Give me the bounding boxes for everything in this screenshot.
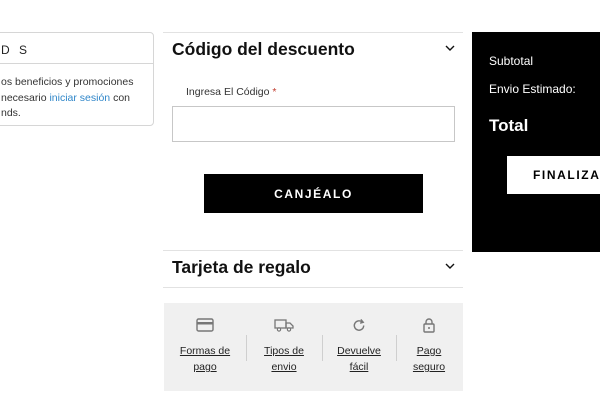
code-label-text: Ingresa El Código	[186, 86, 270, 98]
login-link[interactable]: iniciar sesión	[49, 92, 110, 104]
benefits-card-divider	[0, 63, 153, 64]
truck-icon	[274, 319, 294, 332]
order-summary: Subtotal Envio Estimado: Total FINALIZA	[472, 32, 600, 252]
required-mark: *	[272, 86, 277, 98]
discount-title: Código del descuento	[172, 39, 355, 59]
benefits-card-text: os beneficios y promociones necesario in…	[1, 75, 151, 122]
subtotal-label: Subtotal	[489, 54, 534, 68]
chevron-down-icon[interactable]	[445, 261, 455, 271]
refresh-icon	[353, 318, 365, 331]
trust-label-returns[interactable]: Devuelve fácil	[324, 343, 394, 375]
shipping-label: Envio Estimado:	[489, 82, 576, 96]
discount-code-input[interactable]	[172, 106, 455, 142]
trust-divider	[246, 335, 247, 361]
total-label: Total	[489, 116, 529, 135]
code-field-label: Ingresa El Código *	[186, 86, 276, 98]
redeem-button[interactable]: CANJÉALO	[204, 174, 423, 213]
trust-label-secure[interactable]: Pago seguro	[394, 343, 464, 375]
chevron-down-icon[interactable]	[445, 43, 455, 53]
trust-divider	[322, 335, 323, 361]
discount-section: Código del descuento	[163, 32, 463, 67]
checkout-button[interactable]: FINALIZA	[507, 156, 600, 194]
trust-bar: Formas de pago Tipos de envio Devuelve f…	[164, 303, 463, 391]
trust-label-payment[interactable]: Formas de pago	[170, 343, 240, 375]
trust-label-shipping[interactable]: Tipos de envio	[249, 343, 319, 375]
gift-card-title: Tarjeta de regalo	[172, 257, 311, 277]
benefits-card-title: D S	[1, 43, 31, 57]
credit-card-icon	[196, 318, 214, 332]
gift-card-accordion-header[interactable]: Tarjeta de regalo	[163, 250, 463, 288]
discount-accordion-header[interactable]: Código del descuento	[163, 32, 463, 67]
lock-icon	[423, 318, 435, 333]
benefits-card: D S os beneficios y promociones necesari…	[0, 32, 154, 126]
